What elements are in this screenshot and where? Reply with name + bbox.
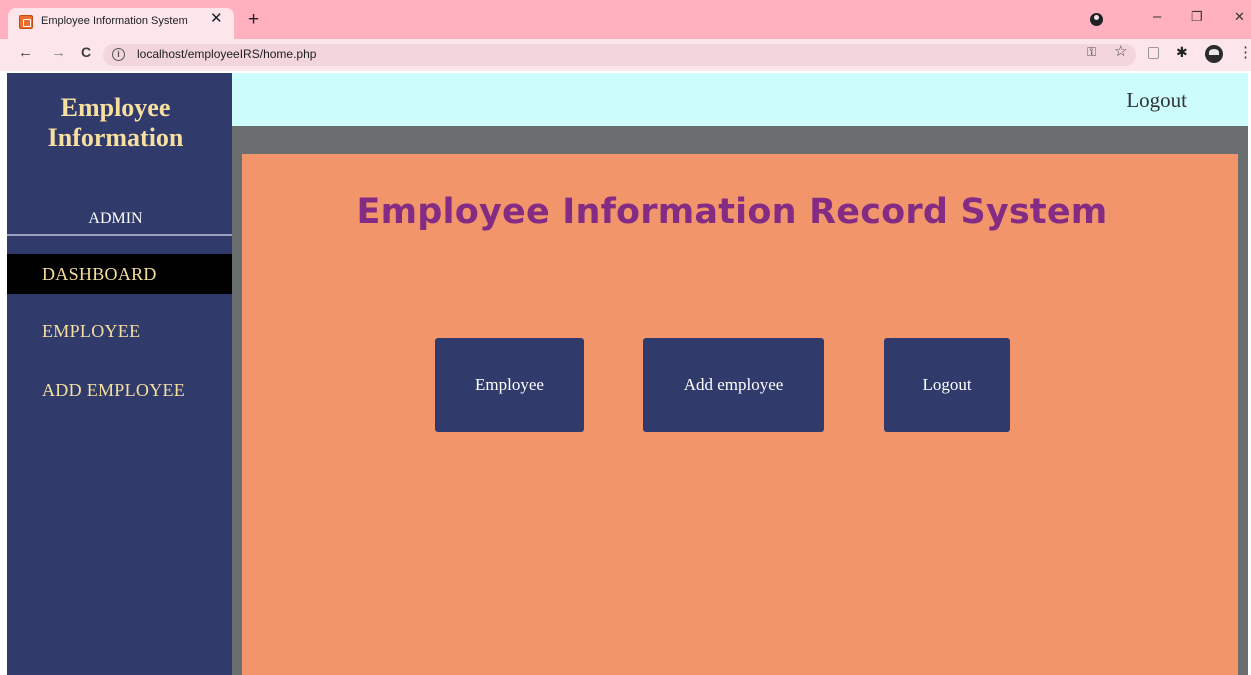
extension-icon[interactable]: [1148, 47, 1159, 59]
window-close-icon[interactable]: ✕: [1234, 10, 1245, 23]
site-info-icon[interactable]: i: [112, 48, 125, 61]
page-title: Employee Information Record System: [356, 192, 1108, 232]
reload-icon[interactable]: C: [81, 45, 91, 59]
url-text[interactable]: localhost/employeeIRS/home.php: [137, 47, 316, 61]
add-employee-button[interactable]: Add employee: [643, 338, 824, 432]
sidebar-item-dashboard[interactable]: DASHBOARD: [7, 254, 232, 294]
brand-line-1: Employee: [60, 93, 171, 122]
chrome-profile-icon[interactable]: [1090, 13, 1103, 26]
tab-title: Employee Information System: [41, 15, 188, 27]
role-label: ADMIN: [88, 210, 143, 227]
employee-button[interactable]: Employee: [435, 338, 584, 432]
brand-title: Employee Information: [7, 93, 224, 153]
key-icon[interactable]: ⚿: [1087, 46, 1096, 58]
top-bar: Logout: [232, 73, 1248, 126]
sidebar-divider: [7, 234, 232, 236]
restore-icon[interactable]: ❐: [1191, 10, 1203, 23]
profile-avatar[interactable]: [1205, 45, 1223, 63]
header-logout-link[interactable]: Logout: [1126, 88, 1187, 113]
brand-line-2: Information: [47, 123, 184, 152]
sidebar: Employee Information ADMIN DASHBOARD EMP…: [7, 73, 232, 675]
tab-close-icon[interactable]: ✕: [210, 11, 223, 26]
new-tab-icon[interactable]: +: [248, 10, 259, 29]
sidebar-item-add-employee[interactable]: ADD EMPLOYEE: [7, 370, 232, 410]
back-icon[interactable]: ←: [18, 45, 33, 60]
bookmark-star-icon[interactable]: ☆: [1114, 44, 1127, 59]
chrome-menu-icon[interactable]: ⋮: [1238, 45, 1251, 60]
logout-button[interactable]: Logout: [884, 338, 1010, 432]
minimize-icon[interactable]: –: [1153, 9, 1161, 24]
extensions-puzzle-icon[interactable]: ✱: [1176, 45, 1188, 59]
sidebar-item-employee[interactable]: EMPLOYEE: [7, 311, 232, 351]
favicon-icon: [19, 15, 33, 29]
forward-icon[interactable]: →: [51, 45, 66, 60]
